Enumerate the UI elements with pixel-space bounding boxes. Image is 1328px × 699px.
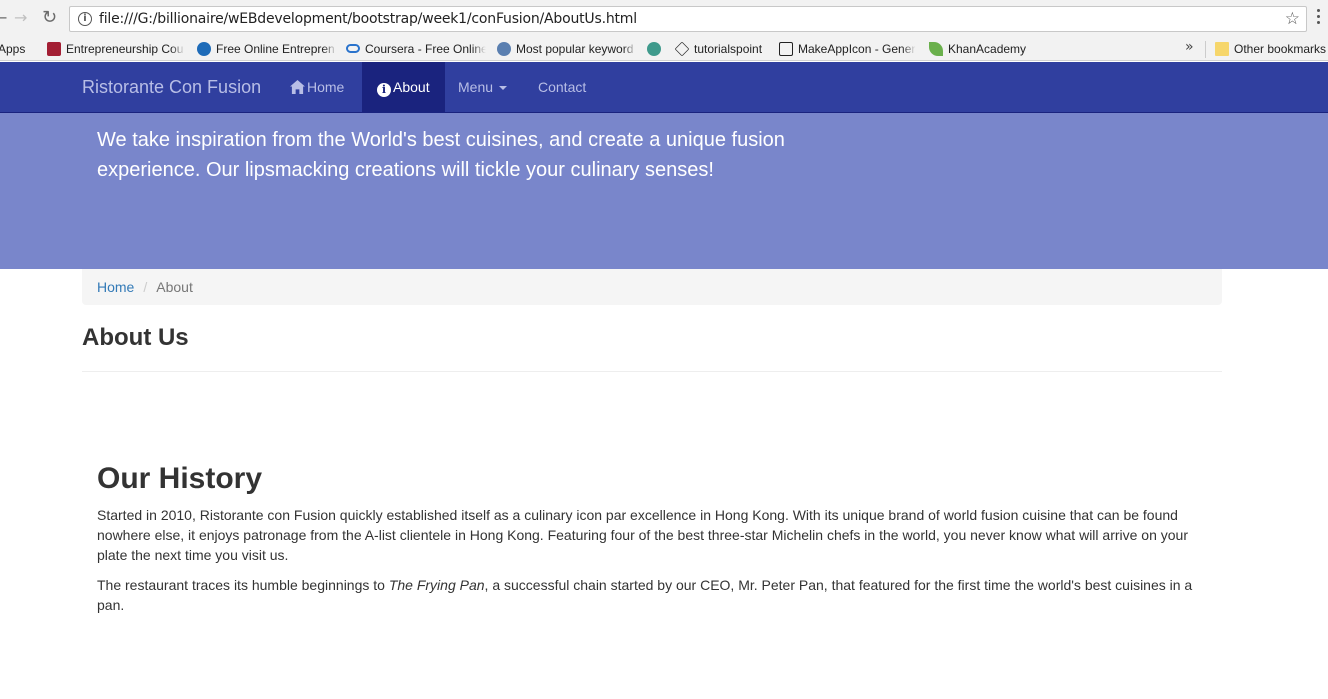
leaf-icon xyxy=(929,42,943,56)
browser-toolbar: ← → ↻ i file:///G:/billionaire/wEBdevelo… xyxy=(0,0,1328,37)
bookmark-apps[interactable]: Apps xyxy=(0,40,38,58)
bookmark-label: tutorialspoint xyxy=(694,42,763,56)
caret-down-icon xyxy=(499,86,508,90)
back-icon[interactable]: ← xyxy=(0,8,7,28)
bookmark-label: Entrepreneurship Cou xyxy=(66,42,184,56)
mit-logo-icon xyxy=(47,42,61,56)
history-paragraph-2: The restaurant traces its humble beginni… xyxy=(97,577,1193,613)
tutorialspoint-icon xyxy=(675,41,690,57)
site-navbar: Ristorante Con Fusion Home i About Menu C… xyxy=(0,62,1328,113)
bookmark-label: Coursera - Free Online xyxy=(365,42,486,56)
bookmark-tutorialspoint[interactable]: tutorialspoint xyxy=(675,40,775,58)
jumbotron: We take inspiration from the World's bes… xyxy=(0,113,1328,269)
nav-about[interactable]: i About xyxy=(362,62,445,112)
frying-pan-emphasis: The Frying Pan xyxy=(388,577,485,593)
jumbotron-text: We take inspiration from the World's bes… xyxy=(97,129,785,181)
bookmark-free-online-entrepreneurship[interactable]: Free Online Entrepren xyxy=(197,40,337,58)
forward-icon[interactable]: → xyxy=(14,8,27,28)
reload-icon[interactable]: ↻ xyxy=(42,8,57,28)
t-circle-icon xyxy=(647,42,661,56)
breadcrumb-home-link[interactable]: Home xyxy=(97,279,134,295)
bookmark-makeappicon[interactable]: MakeAppIcon - Gener xyxy=(779,40,916,58)
navbar-brand[interactable]: Ristorante Con Fusion xyxy=(82,77,261,98)
bookmarks-bar: Apps Entrepreneurship Cou Free Online En… xyxy=(0,37,1328,61)
bookmark-other-folder[interactable]: Other bookmarks xyxy=(1215,40,1328,58)
history-paragraph-1: Started in 2010, Ristorante con Fusion q… xyxy=(97,507,1189,563)
history-heading: Our History xyxy=(97,462,263,495)
bookmark-t[interactable] xyxy=(647,40,665,58)
breadcrumb: Home / About xyxy=(82,269,1222,305)
bookmarks-divider xyxy=(1205,41,1206,58)
page-title: About Us xyxy=(82,324,189,351)
bookmark-label: Free Online Entrepren xyxy=(216,42,335,56)
nav-menu-label: Menu xyxy=(458,79,494,95)
globe-icon xyxy=(197,42,211,56)
nav-contact-label: Contact xyxy=(538,79,587,95)
address-bar-url[interactable]: file:///G:/billionaire/wEBdevelopment/bo… xyxy=(99,11,637,27)
nav-menu-dropdown[interactable]: Menu xyxy=(443,62,522,112)
bookmark-label: MakeAppIcon - Gener xyxy=(798,42,916,56)
site-info-icon[interactable]: i xyxy=(78,12,92,26)
bookmark-coursera[interactable]: Coursera - Free Online xyxy=(346,40,486,58)
coursera-icon xyxy=(346,44,360,53)
bookmark-label: Most popular keyword xyxy=(516,42,634,56)
bookmark-entrepreneurship[interactable]: Entrepreneurship Cou xyxy=(47,40,185,58)
nav-about-label: About xyxy=(393,79,430,95)
nav-contact[interactable]: Contact xyxy=(523,62,601,112)
breadcrumb-current: About xyxy=(156,279,193,295)
makeappicon-icon xyxy=(779,42,793,56)
info-icon: i xyxy=(377,83,391,97)
breadcrumb-separator: / xyxy=(143,279,148,295)
bookmark-label: KhanAcademy xyxy=(948,42,1027,56)
bookmark-label: Other bookmarks xyxy=(1234,42,1327,56)
page-header-divider xyxy=(82,371,1222,372)
bookmark-star-icon[interactable]: ☆ xyxy=(1285,9,1300,29)
home-icon xyxy=(290,80,305,94)
nav-home[interactable]: Home xyxy=(276,62,358,112)
bookmark-khanacademy[interactable]: KhanAcademy xyxy=(929,40,1029,58)
address-bar[interactable]: i file:///G:/billionaire/wEBdevelopment/… xyxy=(69,6,1307,32)
keyword-icon xyxy=(497,42,511,56)
folder-icon xyxy=(1215,42,1229,56)
bookmark-label: Apps xyxy=(0,42,26,56)
bookmarks-overflow-chevron-icon[interactable]: » xyxy=(1185,39,1194,55)
browser-menu-icon[interactable] xyxy=(1317,9,1321,27)
bookmark-most-popular-keywords[interactable]: Most popular keyword xyxy=(497,40,637,58)
nav-home-label: Home xyxy=(307,79,345,95)
